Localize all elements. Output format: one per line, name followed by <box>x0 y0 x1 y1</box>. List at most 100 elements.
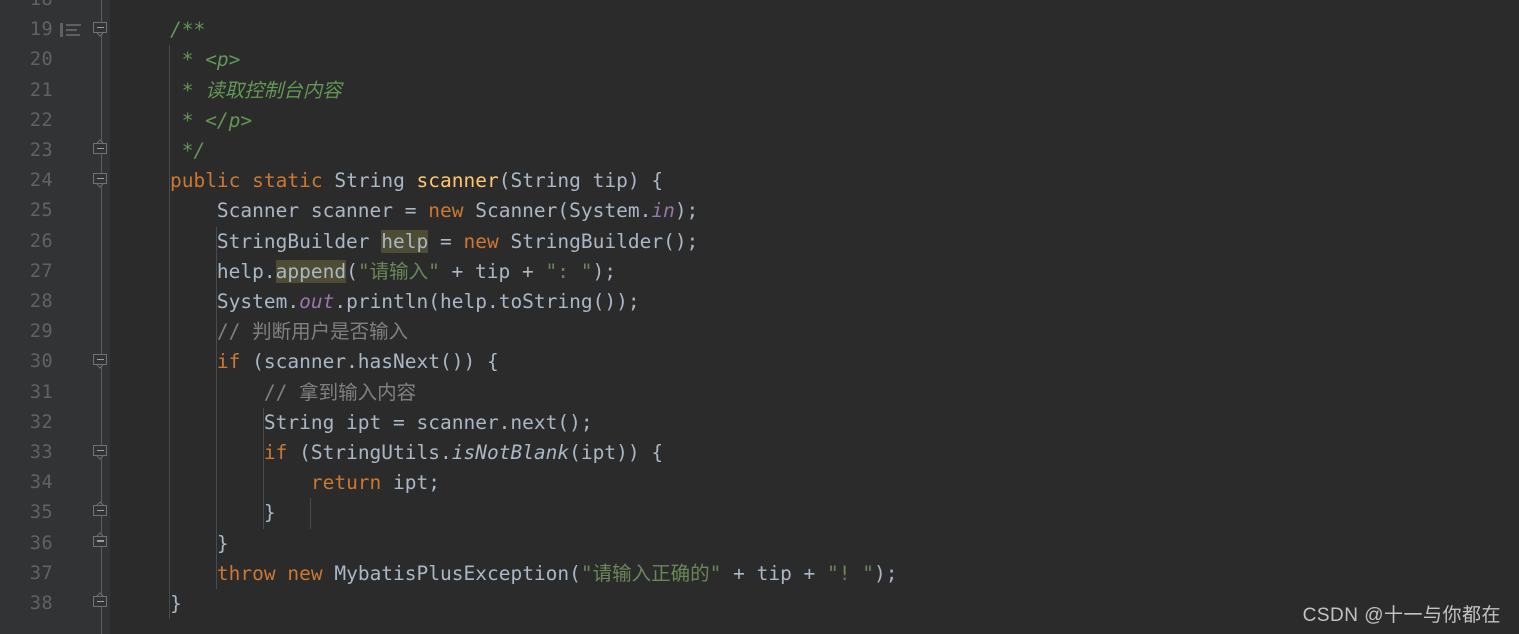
token-comment: // 拿到输入内容 <box>263 380 417 404</box>
gutter-row[interactable]: 25 <box>5 196 110 226</box>
token-javadoc: */ <box>123 139 206 162</box>
gutter-row[interactable]: 28 <box>5 287 110 317</box>
token-static-method: isNotBlank <box>451 441 570 464</box>
code-line[interactable]: String ipt = scanner.next(); <box>123 408 593 438</box>
gutter-row[interactable]: 26 <box>5 227 110 257</box>
token-javadoc-tag: <p> <box>205 48 241 72</box>
javadoc-icon[interactable] <box>60 22 82 38</box>
token-static-field: out <box>299 290 335 313</box>
line-number[interactable]: 34 <box>30 468 53 498</box>
token-keyword: if <box>216 350 241 374</box>
code-line[interactable]: } <box>123 498 276 528</box>
line-number[interactable]: 37 <box>30 559 53 589</box>
token-plain: String <box>322 169 417 193</box>
code-editor: 1819202122232425262728293031323334353637… <box>0 0 1519 634</box>
fold-marker-up[interactable] <box>93 596 109 612</box>
token-plain: ipt; <box>381 471 440 495</box>
gutter-row[interactable]: 18 <box>5 0 110 15</box>
line-number[interactable]: 32 <box>30 408 53 438</box>
gutter-row[interactable]: 37 <box>5 559 110 589</box>
fold-marker-up[interactable] <box>93 143 109 159</box>
line-number[interactable]: 20 <box>30 45 53 75</box>
line-number[interactable]: 25 <box>30 196 53 226</box>
gutter-row[interactable]: 32 <box>5 408 110 438</box>
line-number[interactable]: 26 <box>30 227 53 257</box>
code-line[interactable]: * <p> <box>123 45 241 75</box>
line-number[interactable]: 18 <box>30 0 53 15</box>
code-line[interactable]: */ <box>123 136 206 166</box>
token-javadoc-tag: </p> <box>205 108 253 132</box>
token-plain: MybatisPlusException( <box>322 561 581 585</box>
line-number[interactable]: 33 <box>30 438 53 468</box>
token-keyword: return <box>310 471 382 495</box>
code-line[interactable]: } <box>123 529 229 559</box>
csdn-watermark: CSDN @十一与你都在 <box>1302 605 1501 626</box>
code-line[interactable]: System.out.println(help.toString()); <box>123 287 640 317</box>
gutter-row[interactable]: 27 <box>5 257 110 287</box>
code-line[interactable]: public static String scanner(String tip)… <box>123 166 663 196</box>
indent-guide <box>310 498 312 529</box>
gutter-row[interactable]: 21 <box>5 76 110 106</box>
token-plain: + tip + <box>439 259 546 283</box>
fold-marker-down[interactable] <box>93 445 109 461</box>
code-line[interactable]: } <box>123 589 182 619</box>
line-number[interactable]: 24 <box>30 166 53 196</box>
line-number[interactable]: 35 <box>30 498 53 528</box>
line-number[interactable]: 36 <box>30 529 53 559</box>
token-plain: (scanner.hasNext()) { <box>240 350 499 374</box>
code-line[interactable]: help.append("请输入" + tip + ": "); <box>123 257 616 287</box>
token-plain: } <box>123 501 276 525</box>
line-number[interactable]: 19 <box>30 15 53 45</box>
code-line[interactable]: /** <box>123 15 205 45</box>
token-comment: // 判断用户是否输入 <box>216 320 409 344</box>
token-plain: ); <box>592 259 616 283</box>
editor-gutter[interactable]: 1819202122232425262728293031323334353637… <box>5 0 110 634</box>
code-line[interactable]: // 判断用户是否输入 <box>123 317 408 347</box>
token-plain: ); <box>874 561 898 585</box>
token-highlight: append <box>275 259 347 283</box>
token-keyword: throw <box>216 561 276 585</box>
token-string: "! " <box>827 561 875 585</box>
token-javadoc: * <box>123 78 206 102</box>
token-keyword: public <box>169 169 241 193</box>
code-line[interactable]: * 读取控制台内容 <box>123 76 342 106</box>
token-plain: StringBuilder(); <box>498 229 699 253</box>
fold-marker-up[interactable] <box>93 505 109 521</box>
line-number[interactable]: 23 <box>30 136 53 166</box>
code-line[interactable]: StringBuilder help = new StringBuilder()… <box>123 227 698 257</box>
code-line[interactable]: if (scanner.hasNext()) { <box>123 347 499 377</box>
code-line[interactable]: * </p> <box>123 106 252 136</box>
gutter-row[interactable]: 31 <box>5 378 110 408</box>
token-plain: = <box>428 229 464 253</box>
line-number[interactable]: 27 <box>30 257 53 287</box>
token-keyword: new <box>287 561 323 585</box>
code-content-area[interactable]: /** * <p> * 读取控制台内容 * </p> */ public sta… <box>110 0 1519 634</box>
line-number[interactable]: 28 <box>30 287 53 317</box>
fold-marker-up[interactable] <box>93 535 109 552</box>
line-number[interactable]: 29 <box>30 317 53 347</box>
fold-marker-down[interactable] <box>93 354 109 370</box>
fold-marker-down[interactable] <box>93 22 109 38</box>
fold-marker-down[interactable] <box>93 173 109 189</box>
line-number[interactable]: 22 <box>30 106 53 136</box>
gutter-row[interactable]: 34 <box>5 468 110 498</box>
gutter-row[interactable]: 20 <box>5 45 110 75</box>
line-number[interactable]: 31 <box>30 378 53 408</box>
token-plain: ( <box>346 259 358 283</box>
line-number[interactable]: 21 <box>30 76 53 106</box>
token-javadoc: * <box>123 108 206 132</box>
gutter-row[interactable]: 29 <box>5 317 110 347</box>
gutter-row[interactable]: 22 <box>5 106 110 136</box>
code-line[interactable]: Scanner scanner = new Scanner(System.in)… <box>123 196 698 226</box>
line-number[interactable]: 38 <box>30 589 53 619</box>
line-number[interactable]: 30 <box>30 347 53 377</box>
code-line[interactable]: if (StringUtils.isNotBlank(ipt)) { <box>123 438 663 468</box>
code-line[interactable]: // 拿到输入内容 <box>123 378 416 408</box>
token-plain: .println(help.toString()); <box>334 290 640 313</box>
code-line[interactable]: throw new MybatisPlusException("请输入正确的" … <box>123 559 898 589</box>
code-line[interactable]: return ipt; <box>123 468 440 498</box>
